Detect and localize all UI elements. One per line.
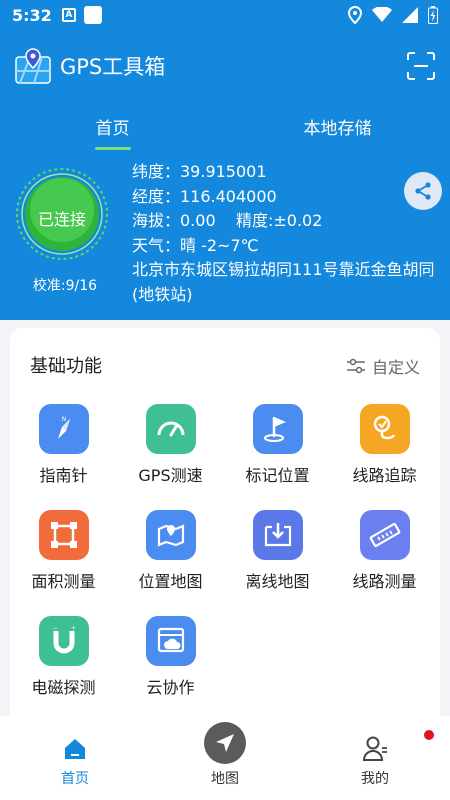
address: 北京市东城区锡拉胡同111号靠近金鱼胡同(地铁站) <box>132 260 435 304</box>
status-time: 5:32 <box>12 5 52 25</box>
app-notification-icon: A <box>61 8 76 22</box>
customize-label: 自定义 <box>371 358 420 377</box>
tab-local-storage[interactable]: 本地存储 <box>225 102 450 150</box>
function-label: GPS测速 <box>138 466 203 485</box>
function-label: 电磁探测 <box>31 678 96 697</box>
nav-mine[interactable]: 我的 <box>300 716 450 800</box>
nav-home-label: 首页 <box>61 771 89 787</box>
function-emf-detect[interactable]: − + 电磁探测 <box>10 616 117 698</box>
tab-home[interactable]: 首页 <box>0 102 225 150</box>
offline-map-icon <box>252 510 303 560</box>
notification-dot <box>424 730 434 740</box>
svg-text:+: + <box>71 625 76 632</box>
weather: 天气：晴 -2~7℃ <box>132 235 259 255</box>
location-map-icon <box>145 510 196 560</box>
function-compass[interactable]: N 指南针 <box>10 404 117 486</box>
function-label: 指南针 <box>39 466 88 485</box>
function-gps-speed[interactable]: GPS测速 <box>117 404 224 486</box>
app-title: GPS工具箱 <box>60 55 166 79</box>
home-icon <box>65 739 85 759</box>
share-button[interactable] <box>404 172 442 210</box>
gps-info-panel: 已连接 校准:9/16 纬度：39.915001 经度：116.404000 海… <box>0 150 450 320</box>
function-offline-map[interactable]: 离线地图 <box>224 510 331 592</box>
route-track-icon <box>359 404 410 454</box>
speedometer-icon <box>145 404 196 454</box>
function-cloud-collab[interactable]: 云协作 <box>117 616 224 698</box>
function-label: 标记位置 <box>245 466 310 485</box>
longitude: 经度：116.404000 <box>132 186 277 206</box>
function-label: 线路测量 <box>352 572 417 591</box>
gps-logo-icon <box>15 48 51 84</box>
flag-icon <box>252 404 303 454</box>
nav-map[interactable]: 地图 <box>150 716 300 800</box>
basic-functions-card: 基础功能 自定义 N 指南针 GPS测速 标记位置 线路追踪 面积测量 位置地图… <box>10 328 440 728</box>
function-area-measure[interactable]: 面积测量 <box>10 510 117 592</box>
function-label: 离线地图 <box>245 572 310 591</box>
function-label: 线路追踪 <box>352 466 417 485</box>
svg-text:−: − <box>53 625 58 632</box>
compass-icon: N <box>38 404 89 454</box>
signal-icon <box>402 7 418 23</box>
latitude: 纬度：39.915001 <box>132 162 267 181</box>
function-mark-location[interactable]: 标记位置 <box>224 404 331 486</box>
altitude-accuracy: 海拔：0.00 精度:±0.02 <box>132 211 323 230</box>
area-measure-icon <box>38 510 89 560</box>
wifi-icon <box>372 7 392 22</box>
function-location-map[interactable]: 位置地图 <box>117 510 224 592</box>
nav-map-label: 地图 <box>211 771 239 787</box>
status-icons <box>348 6 438 24</box>
magnet-icon: − + <box>38 616 89 666</box>
top-tabs: 首页 本地存储 <box>0 102 450 150</box>
function-route-tracking[interactable]: 线路追踪 <box>331 404 438 486</box>
notification-square-icon <box>83 6 102 24</box>
share-icon <box>415 182 431 200</box>
cloud-icon <box>145 616 196 666</box>
ruler-icon <box>359 510 410 560</box>
bottom-nav: 首页 地图 我的 <box>0 716 450 800</box>
nav-home[interactable]: 首页 <box>0 716 150 800</box>
function-route-measure[interactable]: 线路测量 <box>331 510 438 592</box>
function-label: 位置地图 <box>138 572 203 591</box>
location-status-icon <box>348 6 362 24</box>
calibration-status: 校准:9/16 <box>32 278 98 294</box>
svg-text:N: N <box>61 416 66 423</box>
nav-mine-label: 我的 <box>361 771 389 787</box>
function-label: 云协作 <box>146 678 195 697</box>
section-title: 基础功能 <box>30 356 102 377</box>
app-header: GPS工具箱 <box>0 30 450 102</box>
user-icon <box>362 736 387 761</box>
gps-readings: 纬度：39.915001 经度：116.404000 海拔：0.00 精度:±0… <box>132 160 444 307</box>
sliders-icon <box>346 358 365 374</box>
function-label: 面积测量 <box>31 572 96 591</box>
status-bar: 5:32 A <box>0 0 450 30</box>
navigation-arrow-icon <box>204 722 246 764</box>
battery-icon <box>428 6 438 24</box>
customize-button[interactable]: 自定义 <box>346 354 420 378</box>
connection-status: 已连接 <box>37 210 86 229</box>
scan-icon[interactable] <box>406 51 436 81</box>
